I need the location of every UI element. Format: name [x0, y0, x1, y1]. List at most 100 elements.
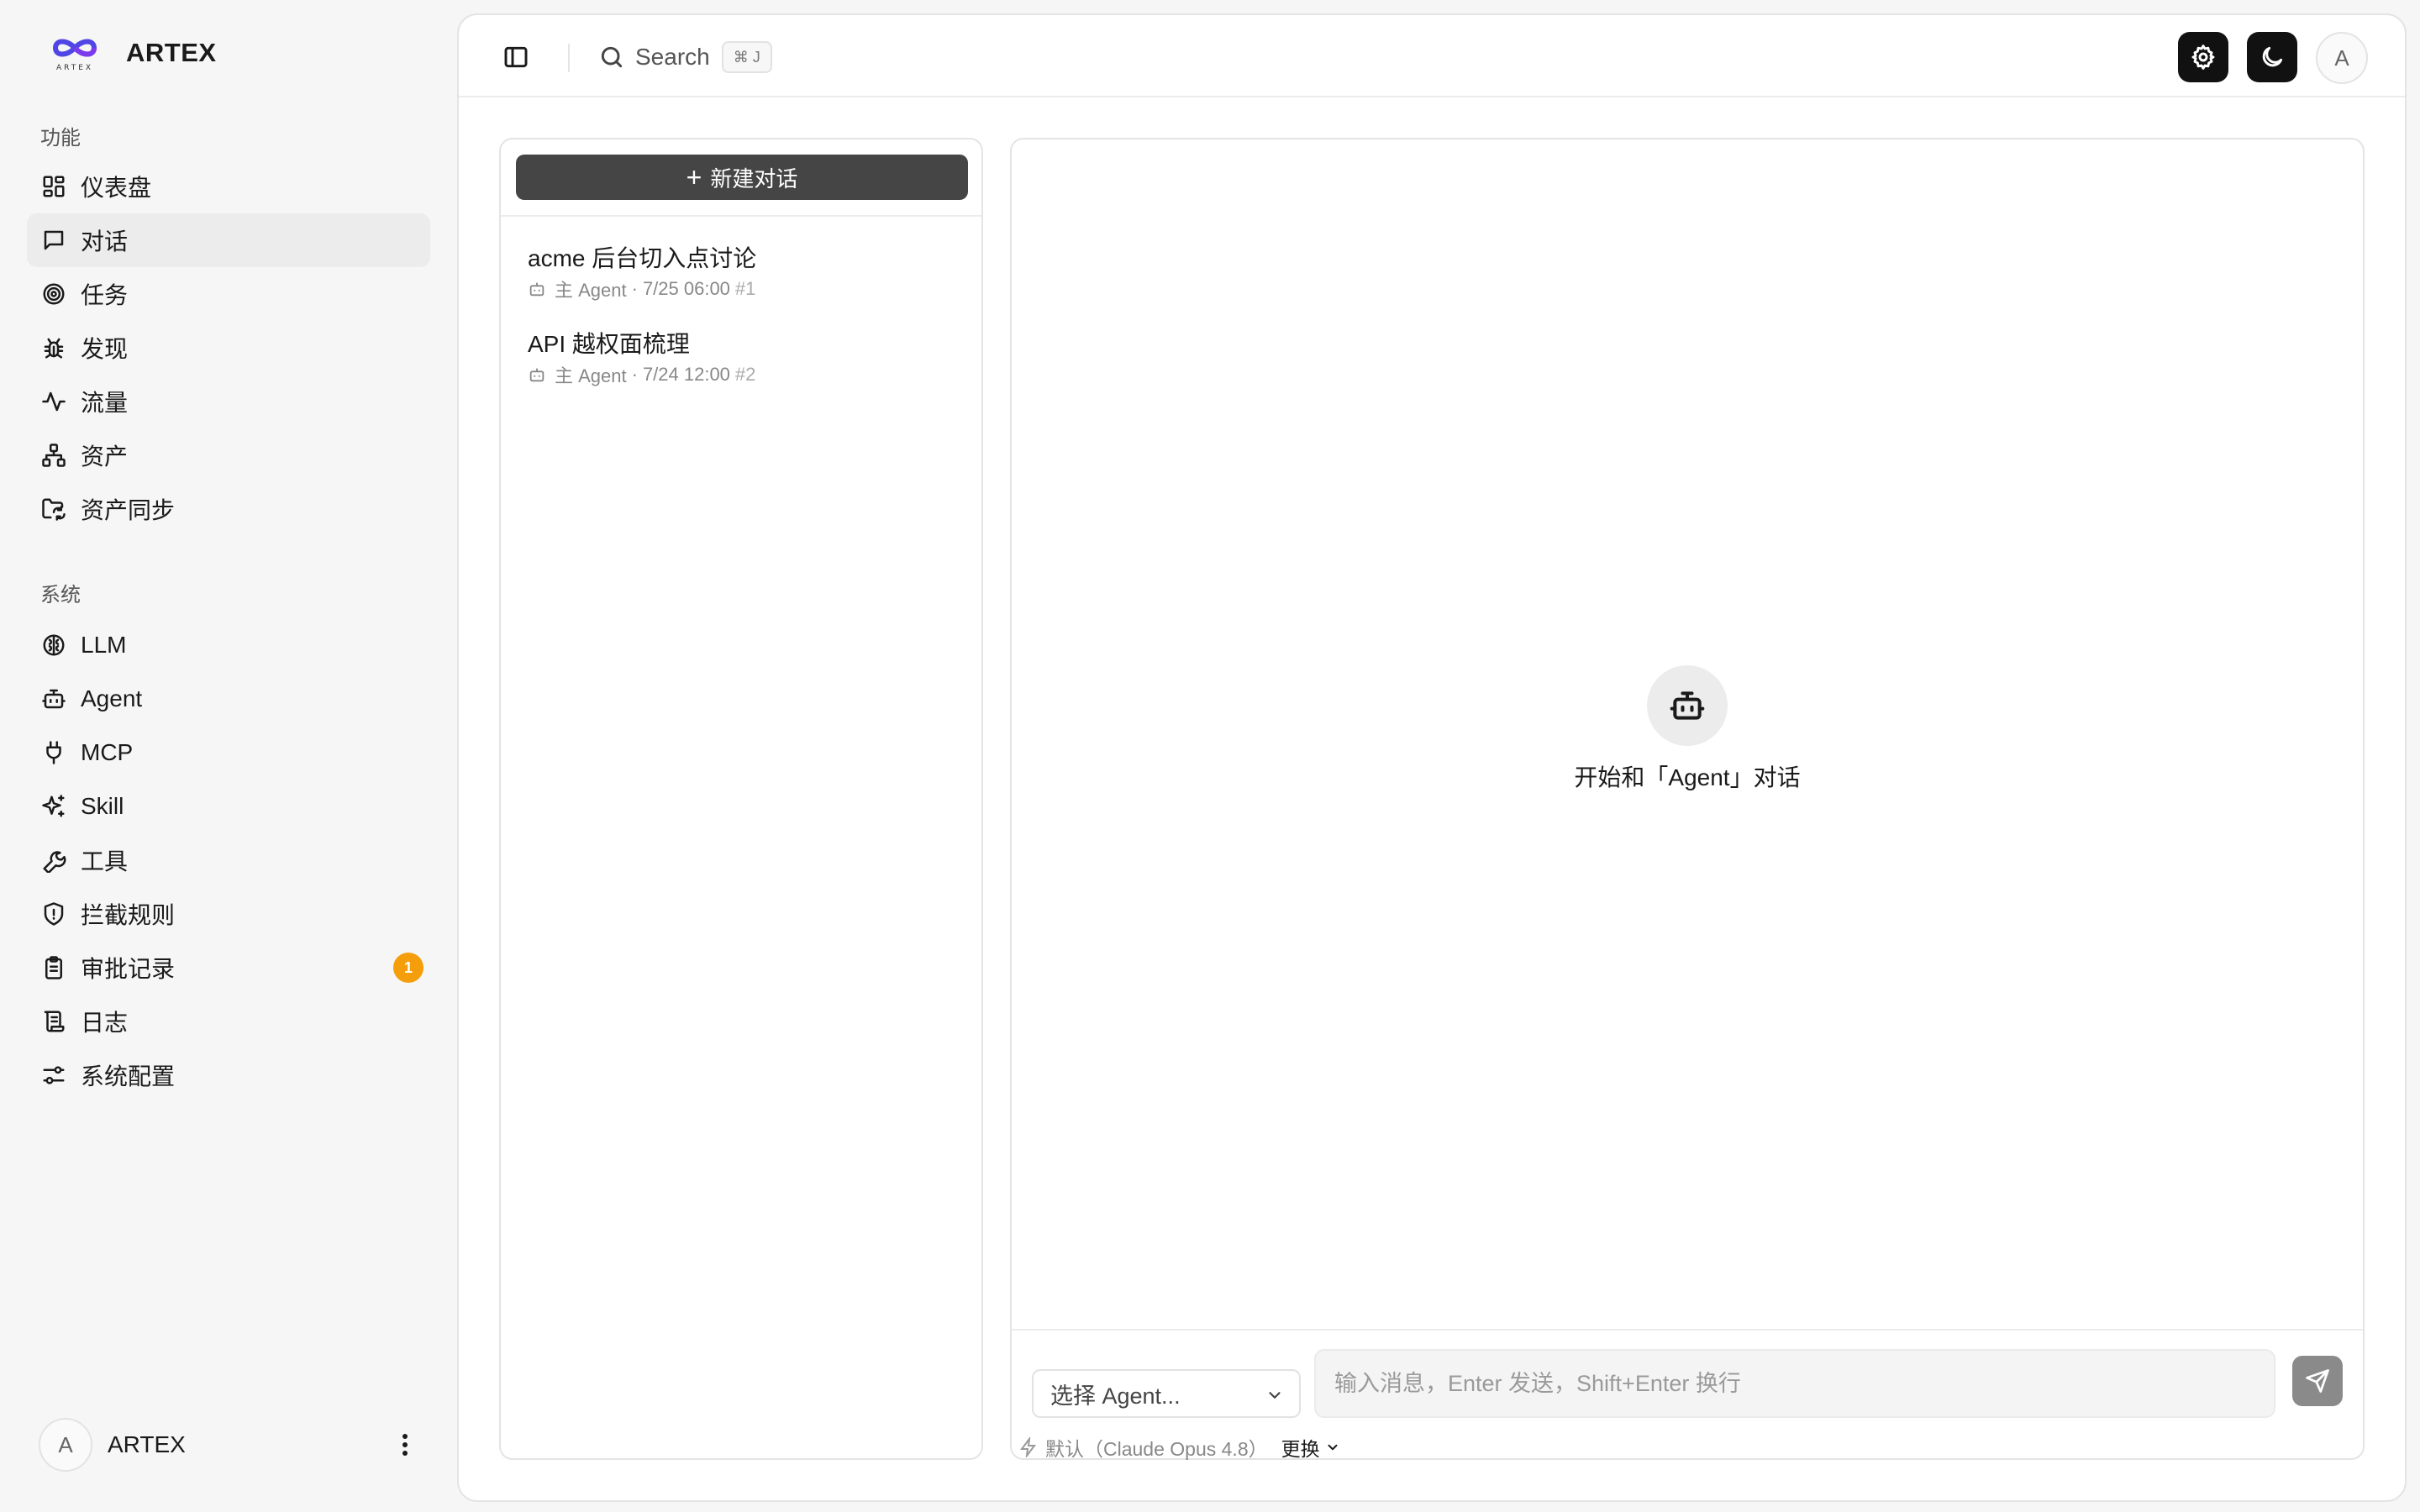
bot-icon — [529, 368, 544, 382]
folder-sync-icon — [40, 496, 67, 522]
sidebar-item-label: 工具 — [81, 848, 129, 874]
sidebar: ARTEX ARTEX 功能 仪表盘 对话 任务 发现 流量 资产 资产同步 系… — [0, 0, 445, 1512]
conversation-agent: 主 Agent — [555, 365, 627, 386]
scroll-icon — [40, 1008, 67, 1035]
sidebar-item-traffic[interactable]: 流量 — [27, 375, 430, 428]
sidebar-item-label: 拦截规则 — [81, 902, 176, 928]
sidebar-item-label: 审批记录 — [81, 956, 176, 982]
bot-icon — [40, 685, 67, 712]
new-conversation-button[interactable]: + 新建对话 — [516, 155, 968, 200]
sidebar-item-chat[interactable]: 对话 — [27, 213, 430, 267]
clipboard-icon — [40, 954, 67, 981]
sidebar-item-approvals[interactable]: 审批记录 1 — [27, 941, 430, 995]
sidebar-item-label: Agent — [81, 685, 143, 711]
user-name: ARTEX — [108, 1431, 186, 1457]
network-icon — [40, 442, 67, 469]
list-item[interactable]: API 越权面梳理 主 Agent · 7/24 12:00 #2 — [528, 326, 965, 412]
sidebar-item-label: 任务 — [81, 282, 129, 308]
sidebar-item-logs[interactable]: 日志 — [27, 995, 430, 1048]
conversation-number: #1 — [734, 278, 756, 299]
zap-icon — [1020, 1437, 1036, 1457]
sidebar-item-label: LLM — [81, 632, 127, 658]
artex-logo-icon: ARTEX — [49, 34, 101, 72]
sidebar-item-system-config[interactable]: 系统配置 — [27, 1048, 430, 1102]
bug-icon — [40, 334, 67, 361]
chat-icon — [40, 227, 67, 254]
change-model-label: 更换 — [1281, 1438, 1320, 1460]
sidebar-item-label: 发现 — [81, 336, 129, 362]
sidebar-toggle-icon[interactable] — [499, 40, 533, 74]
avatar[interactable]: A — [2316, 32, 2368, 84]
list-item[interactable]: acme 后台切入点讨论 主 Agent · 7/25 06:00 #1 — [528, 240, 965, 326]
sidebar-item-asset-sync[interactable]: 资产同步 — [27, 482, 430, 536]
divider — [1012, 1329, 2363, 1331]
settings-sliders-icon — [40, 1062, 67, 1089]
conversation-title: acme 后台切入点讨论 — [528, 245, 757, 271]
sidebar-item-label: MCP — [81, 739, 134, 765]
sparkles-icon — [40, 793, 67, 820]
sidebar-item-tools[interactable]: 工具 — [27, 833, 430, 887]
main-panel: Search ⌘ J A + 新建对话 acme 后台切入点讨论 主 Agent… — [457, 13, 2407, 1502]
model-row: 默认（Claude Opus 4.8） 更换 — [1018, 1433, 1340, 1462]
conversation-number: #2 — [734, 364, 756, 385]
sidebar-item-agent[interactable]: Agent — [27, 672, 430, 726]
conversation-meta: 主 Agent · 7/24 12:00 #2 — [528, 361, 965, 388]
send-icon — [2306, 1369, 2329, 1393]
user-menu[interactable]: A ARTEX — [39, 1418, 425, 1472]
agent-select-value: 选择 Agent... — [1050, 1383, 1181, 1409]
sidebar-item-tasks[interactable]: 任务 — [27, 267, 430, 321]
sidebar-item-findings[interactable]: 发现 — [27, 321, 430, 375]
sidebar-item-label: Skill — [81, 793, 124, 819]
sidebar-item-label: 对话 — [81, 228, 129, 255]
plug-icon — [40, 739, 67, 766]
agent-select[interactable]: 选择 Agent... — [1032, 1369, 1301, 1418]
message-input[interactable] — [1314, 1349, 2275, 1418]
conversation-time: 7/25 06:00 — [642, 278, 730, 299]
search-icon — [601, 46, 623, 68]
sidebar-item-label: 系统配置 — [81, 1063, 176, 1089]
conversation-time: 7/24 12:00 — [642, 364, 730, 385]
empty-state: 开始和「Agent」对话 — [1012, 665, 2363, 793]
chevron-down-icon — [1328, 1444, 1338, 1451]
sidebar-item-assets[interactable]: 资产 — [27, 428, 430, 482]
send-button[interactable] — [2292, 1356, 2343, 1406]
sidebar-item-label: 日志 — [81, 1010, 129, 1036]
target-icon — [40, 281, 67, 307]
wrench-icon — [40, 847, 67, 874]
top-actions: A — [2178, 32, 2368, 84]
avatar: A — [39, 1418, 92, 1472]
divider — [568, 44, 570, 72]
search-trigger[interactable]: Search ⌘ J — [598, 40, 772, 74]
conversation-list-panel: + 新建对话 acme 后台切入点讨论 主 Agent · 7/25 06:00… — [499, 138, 983, 1460]
nav-features: 仪表盘 对话 任务 发现 流量 资产 资产同步 — [27, 160, 430, 536]
empty-state-text: 开始和「Agent」对话 — [1574, 764, 1801, 790]
settings-button[interactable] — [2178, 32, 2228, 82]
chevron-down-icon — [1269, 1392, 1281, 1399]
conversation-list: acme 后台切入点讨论 主 Agent · 7/25 06:00 #1 API… — [528, 240, 965, 412]
bot-icon — [529, 282, 544, 297]
sidebar-item-label: 资产同步 — [81, 497, 176, 523]
sidebar-item-skill[interactable]: Skill — [27, 780, 430, 833]
topbar: Search ⌘ J A — [459, 15, 2405, 97]
brand[interactable]: ARTEX ARTEX — [49, 32, 217, 74]
search-label: Search — [635, 44, 710, 70]
app-root: ARTEX ARTEX 功能 仪表盘 对话 任务 发现 流量 资产 资产同步 系… — [0, 0, 2420, 1512]
nav-system: LLM Agent MCP Skill 工具 拦截规则 审批记录 1 日志 系统… — [27, 618, 430, 1102]
more-vertical-icon[interactable] — [392, 1431, 418, 1458]
conversation-title: API 越权面梳理 — [528, 331, 690, 357]
plus-icon: + — [686, 162, 702, 192]
section-label-system: 系统 — [40, 584, 81, 606]
theme-toggle-button[interactable] — [2247, 32, 2297, 82]
sidebar-item-llm[interactable]: LLM — [27, 618, 430, 672]
chat-panel: 开始和「Agent」对话 选择 Agent... 默认（Claude Opus … — [1010, 138, 2365, 1460]
gear-icon — [2191, 45, 2215, 70]
change-model-button[interactable]: 更换 — [1281, 1433, 1340, 1462]
sidebar-item-label: 仪表盘 — [81, 175, 152, 201]
approvals-count-badge: 1 — [393, 953, 424, 983]
sidebar-item-dashboard[interactable]: 仪表盘 — [27, 160, 430, 213]
search-shortcut: ⌘ J — [721, 41, 772, 73]
sidebar-item-mcp[interactable]: MCP — [27, 726, 430, 780]
sidebar-item-label: 流量 — [81, 390, 129, 416]
sidebar-item-label: 资产 — [81, 444, 129, 470]
sidebar-item-intercept-rules[interactable]: 拦截规则 — [27, 887, 430, 941]
